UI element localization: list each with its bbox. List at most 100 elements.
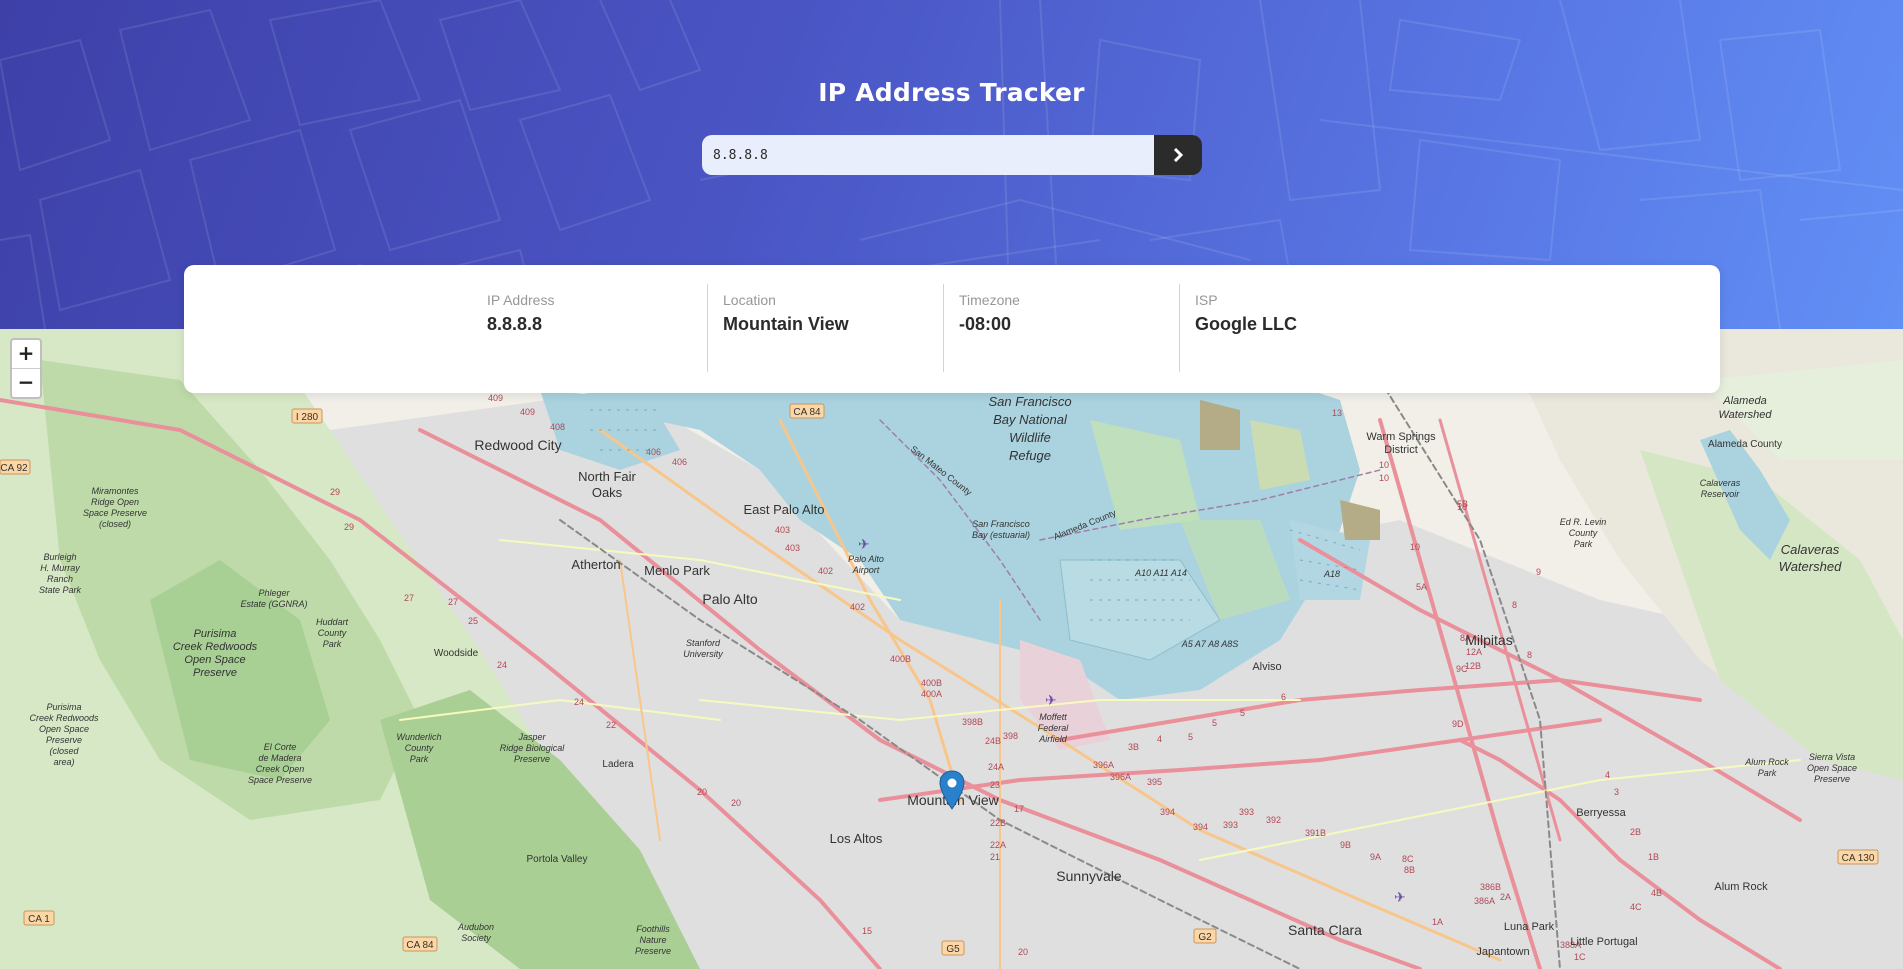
search-submit-button[interactable] xyxy=(1154,135,1202,175)
route-number: 2A xyxy=(1500,892,1511,902)
route-number: 6 xyxy=(1281,692,1286,702)
shield-ca84: CA 84 xyxy=(793,407,821,418)
timezone-value: -08:00 xyxy=(959,314,1012,334)
route-number: 394 xyxy=(1193,822,1208,832)
route-number: 22A xyxy=(990,840,1006,850)
zoom-in-button[interactable]: + xyxy=(12,340,40,368)
map-label-ladera: Ladera xyxy=(602,759,634,770)
map-label-east-palo-alto: East Palo Alto xyxy=(744,502,825,517)
isp-value: Google LLC xyxy=(1195,314,1297,334)
airport-icon: ✈ xyxy=(1045,693,1057,709)
route-number: 386A xyxy=(1474,896,1495,906)
airport-icon: ✈ xyxy=(1394,890,1406,906)
map-label-berryessa: Berryessa xyxy=(1576,807,1626,819)
map-view[interactable]: I 280 CA 84 CA 92 CA 1 CA 84 G5 G2 CA 13… xyxy=(0,329,1903,969)
route-number: 406 xyxy=(646,447,661,457)
map-label-foothills: Foothills Nature Preserve xyxy=(635,924,671,956)
route-number: 10 xyxy=(1379,473,1389,483)
route-number: 25 xyxy=(468,616,478,626)
route-number: 3 xyxy=(1614,787,1619,797)
map-label-alameda-county: Alameda County xyxy=(1708,439,1782,450)
route-number: 1B xyxy=(1648,852,1659,862)
map-label-santa-clara: Santa Clara xyxy=(1288,922,1362,938)
ip-address-section: IP Address 8.8.8.8 xyxy=(487,284,691,372)
map-label-a10: A10 A11 A14 xyxy=(1134,568,1187,578)
map-label-milpitas: Milpitas xyxy=(1465,632,1512,648)
route-number: 394 xyxy=(1160,807,1175,817)
shield-g5: G5 xyxy=(946,944,960,955)
route-number: 395 xyxy=(1147,777,1162,787)
route-number: 403 xyxy=(775,525,790,535)
route-number: 4B xyxy=(1651,888,1662,898)
map-label-a5: A5 A7 A8 A8S xyxy=(1181,639,1239,649)
ip-search-input[interactable] xyxy=(702,135,1154,175)
map-label-sierra-vista: Sierra Vista Open Space Preserve xyxy=(1807,752,1857,784)
timezone-label: Timezone xyxy=(959,292,1020,308)
route-number: 400B xyxy=(921,678,942,688)
route-number: 386B xyxy=(1480,882,1501,892)
route-number: 406 xyxy=(672,457,687,467)
route-number: 4C xyxy=(1630,902,1642,912)
shield-ca130: CA 130 xyxy=(1842,853,1875,864)
route-number: 24A xyxy=(988,762,1004,772)
route-number: 9D xyxy=(1452,719,1464,729)
route-number: 8C xyxy=(1402,854,1414,864)
route-number: 400B xyxy=(890,654,911,664)
map-label-moffett: Moffett Federal Airfield xyxy=(1038,712,1070,744)
map-pin-icon[interactable] xyxy=(939,770,965,810)
route-number: 24 xyxy=(497,660,507,670)
shield-ca1: CA 1 xyxy=(28,914,50,925)
map-zoom-control: + − xyxy=(10,338,42,399)
map-label-alviso: Alviso xyxy=(1252,661,1281,673)
route-number: 29 xyxy=(344,522,354,532)
map-label-portola-valley: Portola Valley xyxy=(527,854,588,865)
ip-address-label: IP Address xyxy=(487,292,555,308)
map-label-alum-rock: Alum Rock xyxy=(1714,881,1768,893)
route-number: 9 xyxy=(1536,567,1541,577)
route-number: 396A xyxy=(1093,760,1114,770)
route-number: 20 xyxy=(731,798,741,808)
map-label-sunnyvale: Sunnyvale xyxy=(1056,868,1122,884)
location-section: Location Mountain View xyxy=(707,284,927,372)
chevron-right-icon xyxy=(1173,148,1183,162)
shield-ca84-south: CA 84 xyxy=(406,940,434,951)
route-number: 5B xyxy=(1457,499,1468,509)
zoom-out-button[interactable]: − xyxy=(12,368,40,397)
route-number: 8B xyxy=(1404,865,1415,875)
map-label-stanford: Stanford University xyxy=(683,638,723,659)
ip-info-card: IP Address 8.8.8.8 Location Mountain Vie… xyxy=(184,265,1720,393)
route-number: 409 xyxy=(520,407,535,417)
route-number: 393 xyxy=(1239,807,1254,817)
map-label-redwood-city: Redwood City xyxy=(474,437,561,453)
shield-g2: G2 xyxy=(1198,932,1212,943)
route-number: 409 xyxy=(488,393,503,403)
airport-icon: ✈ xyxy=(858,537,870,553)
route-number: 391B xyxy=(1305,828,1326,838)
route-number: 13 xyxy=(1332,408,1342,418)
route-number: 398B xyxy=(962,717,983,727)
shield-i280: I 280 xyxy=(296,412,319,423)
timezone-section: Timezone -08:00 xyxy=(943,284,1163,372)
route-number: 12A xyxy=(1466,647,1482,657)
ip-address-value: 8.8.8.8 xyxy=(487,314,543,334)
map-label-palo-alto: Palo Alto xyxy=(702,591,757,607)
route-number: 5 xyxy=(1212,718,1217,728)
route-number: 5A xyxy=(1416,582,1427,592)
route-number: 9B xyxy=(1340,840,1351,850)
route-number: 396A xyxy=(1110,772,1131,782)
map-tiles[interactable]: I 280 CA 84 CA 92 CA 1 CA 84 G5 G2 CA 13… xyxy=(0,329,1903,969)
isp-label: ISP xyxy=(1195,292,1218,308)
map-label-calaveras-reservoir: Calaveras Reservoir xyxy=(1700,478,1741,499)
route-number: 10 xyxy=(1410,542,1420,552)
map-label-sf-bay-estuarial: San Francisco Bay (estuarial) xyxy=(972,519,1030,540)
page-title: IP Address Tracker xyxy=(818,78,1085,107)
route-number: 3B xyxy=(1128,742,1139,752)
route-number: 20 xyxy=(1018,947,1028,957)
route-number: 393 xyxy=(1223,820,1238,830)
location-value: Mountain View xyxy=(723,314,849,334)
route-number: 9A xyxy=(1370,852,1381,862)
route-number: 8 xyxy=(1527,650,1532,660)
map-label-palo-alto-airport: Palo Alto Airport xyxy=(848,554,884,575)
route-number: 392 xyxy=(1266,815,1281,825)
route-number: 8 xyxy=(1512,600,1517,610)
